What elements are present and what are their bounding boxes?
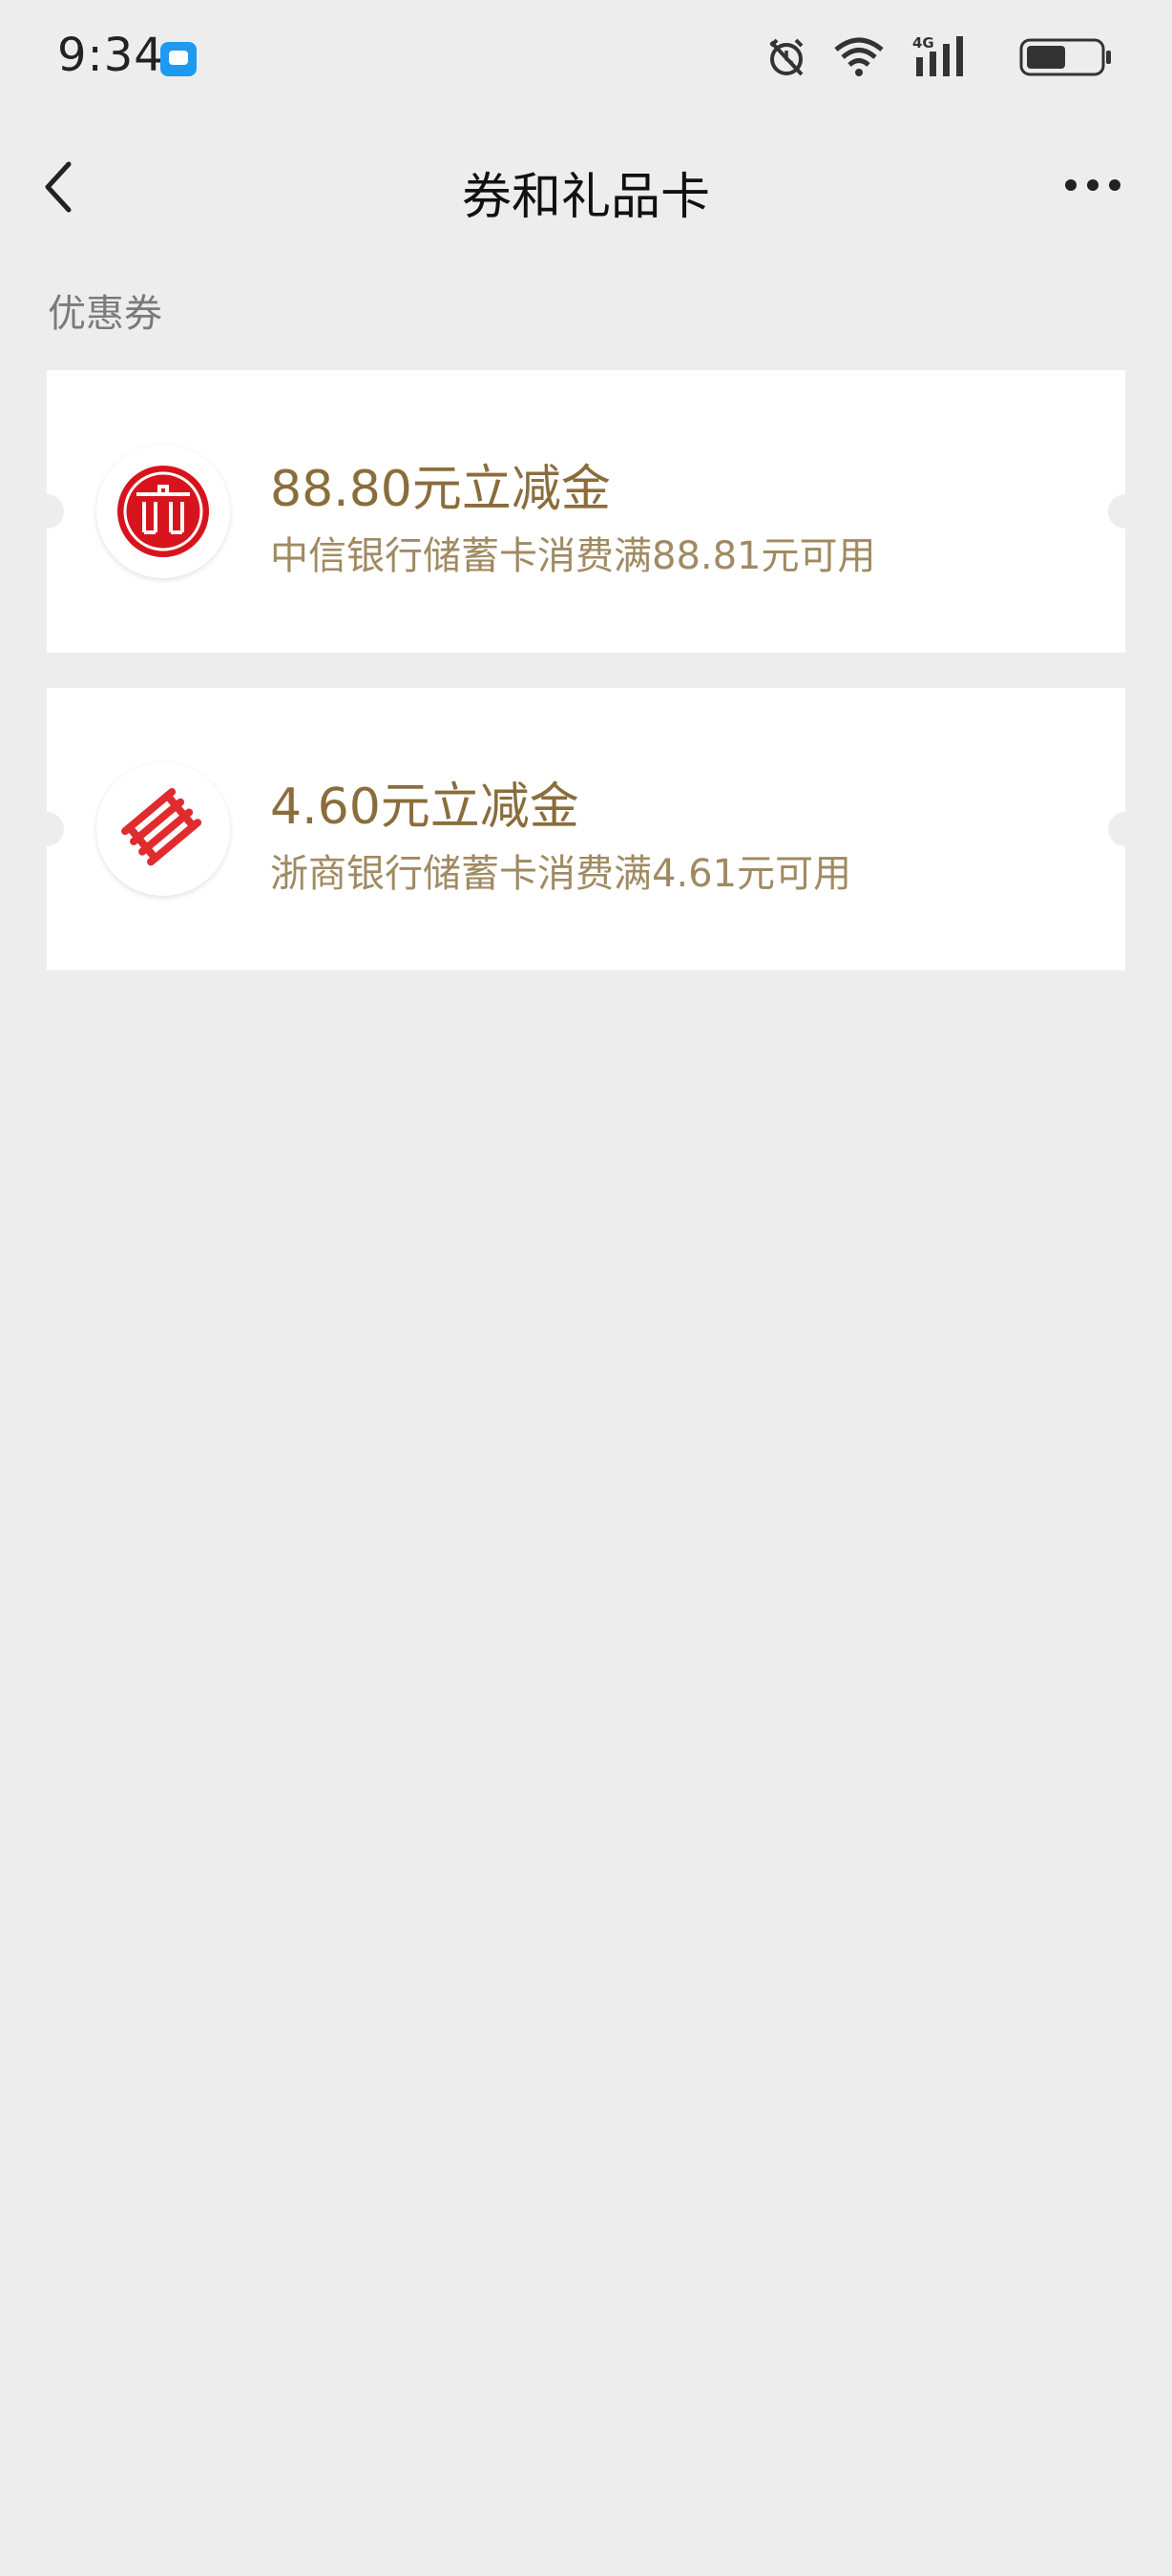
- coupon-card[interactable]: 4.60元立减金 浙商银行储蓄卡消费满4.61元可用: [30, 688, 1142, 970]
- coupon-description: 浙商银行储蓄卡消费满4.61元可用: [270, 852, 852, 896]
- coupon-description: 中信银行储蓄卡消费满88.81元可用: [270, 534, 876, 578]
- battery-icon: [1019, 38, 1111, 76]
- czbank-logo: [96, 762, 230, 896]
- citic-bank-logo: [96, 445, 230, 578]
- citic-logo-icon: [117, 466, 209, 557]
- 4g-signal-icon: 4G: [912, 34, 963, 76]
- page-title: 券和礼品卡: [461, 169, 710, 226]
- wifi-icon: [834, 37, 884, 76]
- navigation-bar: 券和礼品卡: [0, 143, 1172, 229]
- network-label: 4G: [912, 34, 934, 52]
- more-options-icon[interactable]: [1063, 174, 1122, 197]
- chat-notification-icon: [160, 42, 197, 76]
- coupon-title: 4.60元立减金: [270, 779, 579, 836]
- czbank-logo-icon: [121, 788, 202, 866]
- ticket-notch: [1108, 812, 1142, 846]
- coupon-card[interactable]: 88.80元立减金 中信银行储蓄卡消费满88.81元可用: [30, 370, 1142, 653]
- status-time: 9:34: [57, 29, 164, 82]
- ticket-notch: [30, 494, 64, 529]
- coupon-title: 88.80元立减金: [270, 461, 611, 518]
- ticket-notch: [1108, 494, 1142, 529]
- ticket-notch: [30, 812, 64, 846]
- alarm-icon: [769, 38, 804, 76]
- status-bar: 9:34 4G: [0, 0, 1172, 114]
- section-label-coupons: 优惠券: [48, 292, 162, 336]
